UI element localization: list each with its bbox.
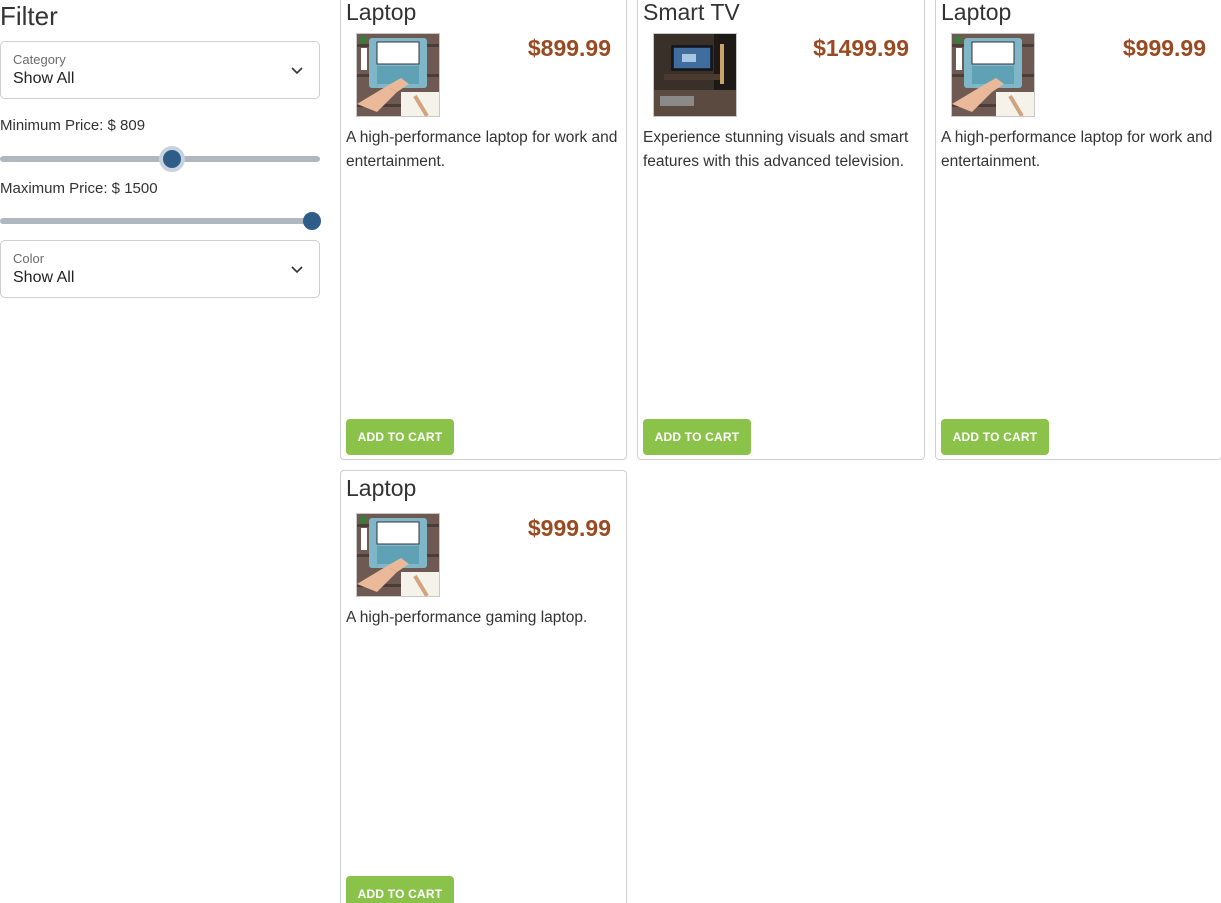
product-title: Laptop [346,0,417,25]
product-title: Laptop [941,0,1012,25]
product-title: Smart TV [643,0,740,25]
max-price-slider[interactable] [0,209,321,233]
product-title: Laptop [346,475,417,501]
product-description: Experience stunning visuals and smart fe… [643,129,909,170]
add-to-cart-button[interactable]: ADD TO CART [346,419,454,455]
laptop-image [356,33,440,117]
product-card: Laptop $999.99 A high-performance gaming… [340,470,627,903]
min-price-slider[interactable] [0,147,320,171]
product-price: $999.99 [1122,35,1206,61]
min-price-label: Minimum Price: $ 809 [0,117,146,134]
product-price: $899.99 [527,35,611,61]
color-select-value: Show All [13,269,75,286]
product-description: A high-performance gaming laptop. [346,609,588,626]
min-price-slider-thumb[interactable] [163,150,181,168]
color-select[interactable]: Color Show All [0,240,320,298]
product-description: A high-performance laptop for work and e… [346,129,618,170]
filter-title: Filter [0,1,58,31]
max-price-label: Maximum Price: $ 1500 [0,180,158,197]
product-price: $1499.99 [813,35,909,61]
product-card: Laptop $899.99 A high-performance laptop… [340,0,627,460]
add-to-cart-button[interactable]: ADD TO CART [941,419,1049,455]
product-card: Laptop $999.99 A high-performance laptop… [935,0,1221,460]
category-select[interactable]: Category Show All [0,41,320,99]
add-to-cart-button[interactable]: ADD TO CART [346,876,454,903]
product-listing-page: Filter Category Show All Minimum Price: … [0,0,1221,903]
min-price-slider-track [0,156,320,162]
max-price-slider-thumb[interactable] [303,212,321,230]
chevron-down-icon [291,263,303,275]
laptop-image [951,33,1035,117]
color-select-label: Color [13,251,45,266]
add-to-cart-button[interactable]: ADD TO CART [643,419,751,455]
product-price: $999.99 [527,515,611,541]
category-select-label: Category [13,52,66,67]
tv-image [653,33,737,117]
max-price-slider-track [0,218,320,224]
category-select-value: Show All [13,70,75,87]
laptop-image [356,513,440,597]
product-description: A high-performance laptop for work and e… [941,129,1213,170]
product-card: Smart TV $1499.99 Experience stunning vi… [637,0,925,460]
chevron-down-icon [291,64,303,76]
